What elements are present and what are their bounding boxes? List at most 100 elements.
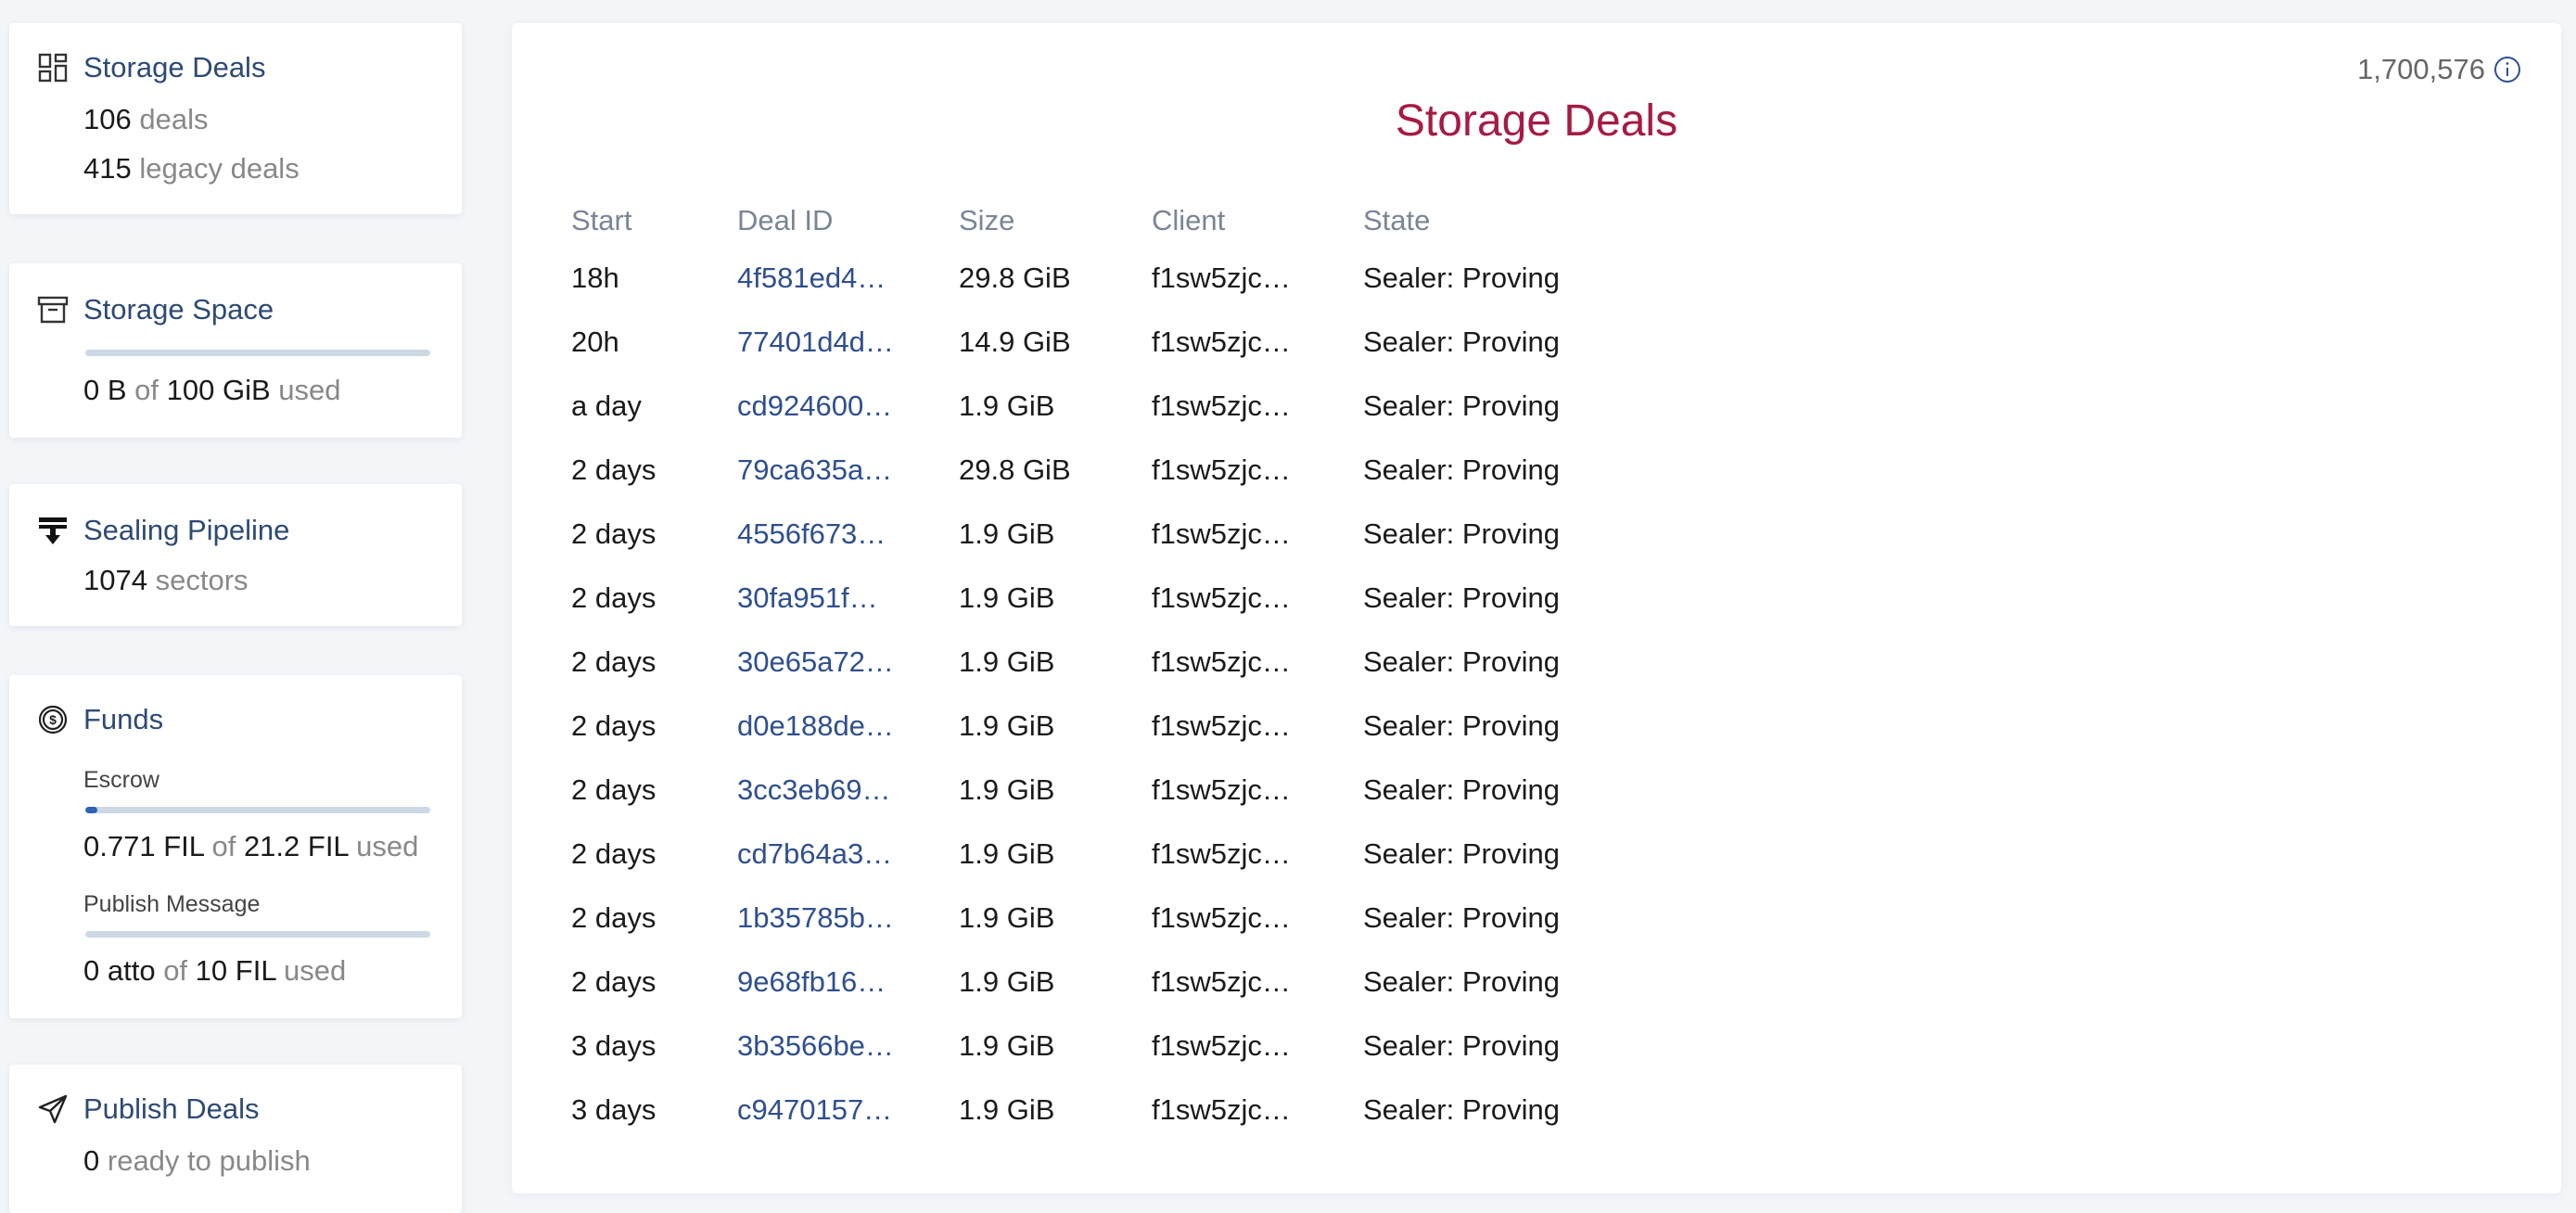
- cell-deal-id[interactable]: 79ca635a…: [737, 442, 959, 506]
- cell-deal-id[interactable]: cd924600…: [737, 378, 959, 442]
- table-row[interactable]: 2 days 79ca635a… 29.8 GiB f1sw5zjc… Sealer: …: [571, 442, 1734, 506]
- publish-deals-card[interactable]: Publish Deals 0 ready to publish: [9, 1065, 462, 1213]
- cell-start: a day: [571, 389, 642, 422]
- cell-state: Sealer: Proving: [1363, 326, 1560, 358]
- table-header-row: Start Deal ID Size Client State: [571, 204, 1734, 250]
- info-icon[interactable]: [2493, 55, 2522, 84]
- cell-deal-id[interactable]: 1b35785b…: [737, 890, 959, 954]
- cell-state: Sealer: Proving: [1363, 1029, 1560, 1062]
- table-row[interactable]: 2 days 4556f673… 1.9 GiB f1sw5zjc… Sealer: P…: [571, 506, 1734, 570]
- dollar-coin-icon: $: [37, 704, 69, 735]
- cell-size: 1.9 GiB: [959, 837, 1055, 870]
- sealing-pipeline-header: Sealing Pipeline: [37, 514, 289, 547]
- table-row[interactable]: 2 days 30e65a72… 1.9 GiB f1sw5zjc… Sealer: P…: [571, 634, 1734, 698]
- cell-client: f1sw5zjc…: [1152, 517, 1291, 550]
- table-row[interactable]: 18h 4f581ed4… 29.8 GiB f1sw5zjc… Sealer: Pro…: [571, 250, 1734, 314]
- storage-space-bar: [85, 350, 430, 356]
- cell-size: 1.9 GiB: [959, 517, 1055, 550]
- cell-deal-id[interactable]: 3cc3eb69…: [737, 762, 959, 826]
- epoch-indicator: 1,700,576: [2357, 53, 2522, 86]
- cell-state: Sealer: Proving: [1363, 453, 1560, 486]
- cell-deal-id[interactable]: 77401d4d…: [737, 314, 959, 378]
- cell-size: 1.9 GiB: [959, 1029, 1055, 1062]
- ready-label: ready to publish: [107, 1144, 311, 1177]
- cell-client: f1sw5zjc…: [1152, 389, 1291, 422]
- cell-state: Sealer: Proving: [1363, 1093, 1560, 1126]
- cell-client: f1sw5zjc…: [1152, 581, 1291, 614]
- sectors-line: 1074 sectors: [83, 564, 249, 597]
- cell-state: Sealer: Proving: [1363, 901, 1560, 934]
- table-row[interactable]: 2 days 9e68fb16… 1.9 GiB f1sw5zjc… Sealer: P…: [571, 954, 1734, 1018]
- sealing-pipeline-card[interactable]: Sealing Pipeline 1074 sectors: [9, 484, 462, 626]
- cell-client: f1sw5zjc…: [1152, 1029, 1291, 1062]
- cell-deal-id[interactable]: 4f581ed4…: [737, 250, 959, 314]
- table-row[interactable]: 2 days 3cc3eb69… 1.9 GiB f1sw5zjc… Sealer: P…: [571, 762, 1734, 826]
- escrow-total: 21.2 FIL: [243, 830, 349, 862]
- storage-space-used: 0 B: [83, 374, 127, 406]
- storage-space-card[interactable]: Storage Space 0 B of 100 GiB used: [9, 263, 462, 438]
- cell-deal-id[interactable]: c9470157…: [737, 1082, 959, 1146]
- cell-size: 1.9 GiB: [959, 773, 1055, 806]
- deals-count-line: 106 deals: [83, 103, 208, 136]
- ready-to-publish-line: 0 ready to publish: [83, 1144, 311, 1178]
- cell-size: 1.9 GiB: [959, 965, 1055, 998]
- publish-deals-title[interactable]: Publish Deals: [83, 1092, 260, 1126]
- cell-size: 1.9 GiB: [959, 645, 1055, 678]
- table-row[interactable]: 2 days 1b35785b… 1.9 GiB f1sw5zjc… Sealer: P…: [571, 890, 1734, 954]
- table-row[interactable]: 2 days 30fa951f… 1.9 GiB f1sw5zjc… Sealer: P…: [571, 570, 1734, 634]
- escrow-label: Escrow: [83, 767, 159, 793]
- cell-start: 3 days: [571, 1029, 657, 1062]
- cell-size: 29.8 GiB: [959, 453, 1071, 486]
- deals-table-body: 18h 4f581ed4… 29.8 GiB f1sw5zjc… Sealer: Pro…: [571, 250, 1734, 1146]
- storage-deals-title[interactable]: Storage Deals: [83, 51, 265, 84]
- cell-start: 3 days: [571, 1093, 657, 1126]
- legacy-deals-line: 415 legacy deals: [83, 152, 300, 185]
- escrow-usage: 0.771 FIL of 21.2 FIL used: [83, 830, 418, 863]
- grid-icon: [37, 52, 69, 83]
- storage-space-total: 100 GiB: [166, 374, 271, 406]
- storage-space-header: Storage Space: [37, 293, 274, 326]
- sealing-pipeline-title[interactable]: Sealing Pipeline: [83, 514, 289, 547]
- cell-client: f1sw5zjc…: [1152, 773, 1291, 806]
- column-header-start: Start: [571, 204, 632, 236]
- cell-start: 2 days: [571, 709, 657, 742]
- table-row[interactable]: 2 days d0e188de… 1.9 GiB f1sw5zjc… Sealer: P…: [571, 698, 1734, 762]
- sectors-label: sectors: [155, 564, 249, 596]
- cell-start: 2 days: [571, 581, 657, 614]
- storage-deals-card[interactable]: Storage Deals 106 deals 415 legacy deals: [9, 23, 462, 214]
- publish-message-usage: 0 atto of 10 FIL used: [83, 954, 346, 988]
- cell-state: Sealer: Proving: [1363, 645, 1560, 678]
- cell-start: 2 days: [571, 645, 657, 678]
- cell-deal-id[interactable]: 30e65a72…: [737, 634, 959, 698]
- cell-deal-id[interactable]: 30fa951f…: [737, 570, 959, 634]
- funds-title[interactable]: Funds: [83, 703, 163, 736]
- cell-start: 2 days: [571, 453, 657, 486]
- cell-state: Sealer: Proving: [1363, 965, 1560, 998]
- cell-deal-id[interactable]: 3b3566be…: [737, 1018, 959, 1082]
- cell-deal-id[interactable]: d0e188de…: [737, 698, 959, 762]
- cell-state: Sealer: Proving: [1363, 262, 1560, 294]
- deals-count: 106: [83, 103, 132, 135]
- cell-deal-id[interactable]: cd7b64a3…: [737, 826, 959, 890]
- cell-state: Sealer: Proving: [1363, 581, 1560, 614]
- cell-state: Sealer: Proving: [1363, 837, 1560, 870]
- table-row[interactable]: 20h 77401d4d… 14.9 GiB f1sw5zjc… Sealer: Pro…: [571, 314, 1734, 378]
- ready-count: 0: [83, 1144, 100, 1177]
- cell-deal-id[interactable]: 9e68fb16…: [737, 954, 959, 1018]
- table-row[interactable]: 3 days c9470157… 1.9 GiB f1sw5zjc… Sealer: P…: [571, 1082, 1734, 1146]
- column-header-deal-id: Deal ID: [737, 204, 834, 236]
- table-row[interactable]: 2 days cd7b64a3… 1.9 GiB f1sw5zjc… Sealer: P…: [571, 826, 1734, 890]
- funds-card[interactable]: $ Funds Escrow 0.771 FIL of 21.2 FIL use…: [9, 675, 462, 1018]
- cell-start: 2 days: [571, 773, 657, 806]
- table-row[interactable]: a day cd924600… 1.9 GiB f1sw5zjc… Sealer: Pr…: [571, 378, 1734, 442]
- sectors-count: 1074: [83, 564, 147, 596]
- cell-deal-id[interactable]: 4556f673…: [737, 506, 959, 570]
- paper-plane-icon: [37, 1093, 69, 1125]
- cell-size: 1.9 GiB: [959, 389, 1055, 422]
- cell-state: Sealer: Proving: [1363, 517, 1560, 550]
- table-row[interactable]: 3 days 3b3566be… 1.9 GiB f1sw5zjc… Sealer: P…: [571, 1018, 1734, 1082]
- publish-of: of: [163, 954, 188, 987]
- storage-space-title[interactable]: Storage Space: [83, 293, 274, 326]
- main-panel: 1,700,576 Storage Deals Start Deal ID Si…: [512, 23, 2561, 1194]
- publish-used: 0 atto: [83, 954, 156, 987]
